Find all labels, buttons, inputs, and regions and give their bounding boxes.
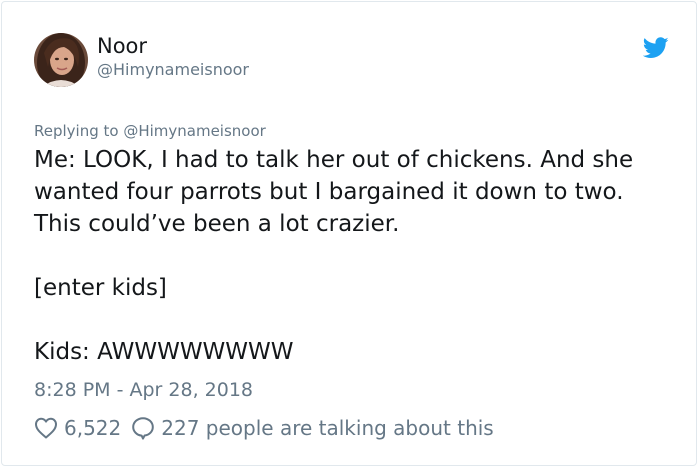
author-handle[interactable]: @Himynameisnoor — [97, 60, 249, 80]
avatar-image — [34, 33, 88, 87]
conversation-button[interactable]: 227 people are talking about this — [131, 416, 494, 440]
tweet-timestamp[interactable]: 8:28 PM - Apr 28, 2018 — [34, 377, 253, 403]
talking-count: 227 people are talking about this — [161, 416, 494, 440]
tweet-card: Noor @Himynameisnoor Replying to @Himyna… — [1, 1, 697, 466]
avatar[interactable] — [34, 33, 88, 87]
tweet-line: Kids: AWWWWWWWW — [34, 339, 294, 365]
tweet-line: wanted four parrots but I bargained it d… — [34, 179, 624, 205]
like-button[interactable]: 6,522 — [34, 416, 121, 440]
reply-context[interactable]: Replying to @Himynameisnoor — [34, 121, 266, 141]
twitter-bird-icon[interactable] — [642, 37, 669, 59]
tweet-line: [enter kids] — [34, 275, 167, 301]
tweet-text: Me: LOOK, I had to talk her out of chick… — [34, 144, 684, 368]
likes-count: 6,522 — [64, 416, 122, 440]
heart-icon — [34, 417, 58, 439]
speech-bubble-icon — [131, 416, 155, 440]
tweet-line: Me: LOOK, I had to talk her out of chick… — [34, 147, 634, 173]
author-name[interactable]: Noor — [97, 34, 147, 58]
tweet-line: This could’ve been a lot crazier. — [34, 211, 400, 237]
tweet-stats: 6,522 227 people are talking about this — [34, 413, 494, 443]
